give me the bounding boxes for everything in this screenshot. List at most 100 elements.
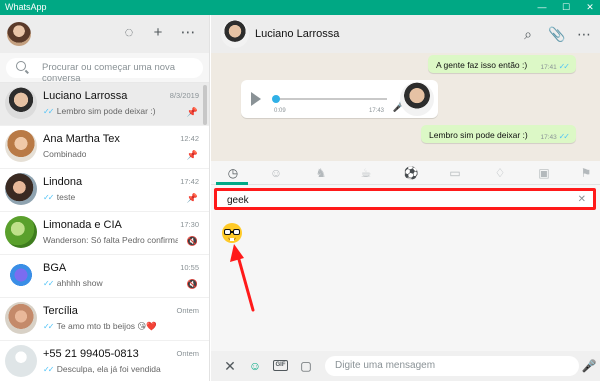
avatar (5, 216, 37, 248)
search-input[interactable]: Procurar ou começar uma nova conversa (6, 58, 203, 84)
voice-progress-handle[interactable] (272, 95, 280, 103)
teeth (230, 238, 234, 241)
active-tab-indicator (216, 182, 248, 185)
chat-preview: ✓✓ Lembro sim pode deixar :) (43, 106, 156, 116)
chat-item-bga[interactable]: BGA 10:55 ✓✓ ahhhh show 🔇 (0, 255, 209, 298)
chat-preview-text: teste (56, 192, 76, 202)
chat-name: Tercília (43, 305, 78, 317)
message-time: 17:43 ✓✓ (540, 132, 571, 141)
left-header: ◌ + ⋯ (0, 15, 209, 53)
avatar (5, 87, 37, 119)
close-window-button[interactable]: ✕ (580, 0, 600, 15)
emoji-search-value: geek (227, 195, 249, 206)
message-area: A gente faz isso então :) 17:41 ✓✓ 0:09 … (211, 53, 600, 161)
chat-time: Ontem (176, 306, 199, 315)
read-ticks-icon: ✓✓ (43, 322, 54, 331)
chat-preview-text: Desculpa, ela já foi vendida (56, 364, 161, 374)
mute-icon: 🔇 (186, 279, 198, 289)
glasses-left (224, 229, 231, 235)
sports-icon[interactable]: ⚽ (402, 164, 420, 182)
message-bubble[interactable]: A gente faz isso então :) 17:41 ✓✓ (428, 55, 576, 73)
voice-sender-avatar (400, 82, 434, 116)
chat-preview: ✓✓ ahhhh show (43, 278, 103, 288)
flag-icon[interactable]: ⚑ (577, 164, 595, 182)
clear-search-icon[interactable]: ✕ (578, 194, 586, 205)
emoji-search-field[interactable]: geek ✕ (218, 192, 592, 206)
sticker-icon[interactable]: ▢ (298, 358, 314, 374)
close-emoji-icon[interactable]: ✕ (222, 358, 238, 374)
chat-name: +55 21 99405-0813 (43, 348, 139, 360)
status-icon[interactable]: ◌ (121, 25, 137, 41)
chat-list-scrollbar[interactable] (203, 85, 207, 125)
message-bubble[interactable]: Lembro sim pode deixar :) 17:43 ✓✓ (421, 125, 576, 143)
search-messages-icon[interactable]: ⌕ (520, 26, 536, 42)
chat-name: Ana Martha Tex (43, 133, 120, 145)
avatar (5, 259, 37, 291)
bulb-icon[interactable]: ♢ (491, 164, 509, 182)
chat-time: 12:42 (180, 134, 199, 143)
gif-button[interactable]: GIF (273, 360, 288, 371)
glasses-right (233, 229, 240, 235)
menu-icon[interactable]: ⋯ (576, 26, 592, 42)
message-input[interactable]: Digite uma mensagem (325, 356, 579, 376)
conversation-panel: Luciano Larrossa ⌕ 📎 ⋯ A gente faz isso … (211, 15, 600, 381)
chat-preview-text: Combinado (43, 149, 87, 159)
read-ticks-icon: ✓✓ (558, 132, 570, 141)
chat-list: Luciano Larrossa 8/3/2019 ✓✓ Lembro sim … (0, 83, 209, 381)
new-chat-icon[interactable]: + (150, 25, 166, 41)
chat-preview: ✓✓ Desculpa, ela já foi vendida (43, 364, 161, 374)
emoji-search-input[interactable]: geek ✕ (214, 188, 596, 210)
chat-item-tercilia[interactable]: Tercília Ontem ✓✓ Te amo mto tb beijos 😘… (0, 298, 209, 341)
read-ticks-icon: ✓✓ (558, 62, 570, 71)
animal-icon[interactable]: ♞ (312, 164, 330, 182)
emoji-icon[interactable]: ☺ (247, 358, 263, 374)
smiley-icon[interactable]: ☺ (267, 164, 285, 182)
chat-time: 17:42 (180, 177, 199, 186)
voice-progress-track[interactable] (275, 98, 387, 100)
car-icon[interactable]: ▭ (446, 164, 464, 182)
voice-message: 0:09 17:43 🎤 (241, 80, 438, 118)
chat-preview-text: Lembro sim pode deixar :) (56, 106, 156, 116)
chat-item-luciano-larrossa[interactable]: Luciano Larrossa 8/3/2019 ✓✓ Lembro sim … (0, 83, 209, 126)
chat-item-lindona[interactable]: Lindona 17:42 ✓✓ teste 📌 (0, 169, 209, 212)
message-time: 17:41 ✓✓ (540, 62, 571, 71)
mic-icon[interactable]: 🎤 (581, 358, 597, 374)
search-placeholder: Procurar ou começar uma nova conversa (42, 62, 176, 84)
chat-preview: ✓✓ teste (43, 192, 75, 202)
emoji-tabs: ◷ ☺ ♞ ☕ ⚽ ▭ ♢ ▣ ⚑ (211, 161, 600, 185)
avatar (5, 302, 37, 334)
message-text: Lembro sim pode deixar :) (429, 130, 528, 140)
chat-preview-text: Te amo mto tb beijos 😘❤️ (56, 321, 157, 331)
my-avatar[interactable] (7, 22, 31, 46)
chat-item-ana-martha-tex[interactable]: Ana Martha Tex 12:42 Combinado 📌 (0, 126, 209, 169)
read-ticks-icon: ✓✓ (43, 193, 54, 202)
symbols-icon[interactable]: ▣ (535, 164, 553, 182)
attach-icon[interactable]: 📎 (548, 26, 565, 42)
pin-icon: 📌 (186, 107, 198, 117)
recent-clock-icon[interactable]: ◷ (224, 164, 242, 182)
minimize-button[interactable]: — (532, 0, 552, 15)
avatar (5, 130, 37, 162)
maximize-button[interactable]: ☐ (556, 0, 576, 15)
food-icon[interactable]: ☕ (357, 164, 375, 182)
red-arrow-annotation (230, 244, 255, 312)
chat-time: 8/3/2019 (169, 91, 199, 100)
menu-icon[interactable]: ⋯ (180, 25, 196, 41)
pin-icon: 📌 (186, 193, 198, 203)
contact-name: Luciano Larrossa (255, 28, 340, 40)
chat-item-limonada-e-cia[interactable]: Limonada e CIA 17:30 Wanderson: Só falta… (0, 212, 209, 255)
chat-preview-text: Wanderson: Só falta Pedro confirmar... (43, 235, 178, 245)
mute-icon: 🔇 (186, 236, 198, 246)
chat-list-panel: ◌ + ⋯ Procurar ou começar uma nova conve… (0, 15, 210, 381)
message-placeholder: Digite uma mensagem (335, 360, 436, 371)
contact-avatar[interactable] (221, 20, 249, 48)
voice-elapsed: 0:09 (274, 108, 286, 114)
play-icon[interactable] (251, 92, 261, 106)
conversation-header[interactable]: Luciano Larrossa ⌕ 📎 ⋯ (211, 15, 600, 53)
chat-time: 10:55 (180, 263, 199, 272)
search-bar: Procurar ou começar uma nova conversa (0, 53, 209, 84)
glasses-bridge (231, 231, 233, 233)
chat-preview: ✓✓ Te amo mto tb beijos 😘❤️ (43, 321, 157, 332)
nerd-face-emoji[interactable] (222, 223, 242, 243)
chat-item-unknown-number[interactable]: +55 21 99405-0813 Ontem ✓✓ Desculpa, ela… (0, 341, 209, 381)
